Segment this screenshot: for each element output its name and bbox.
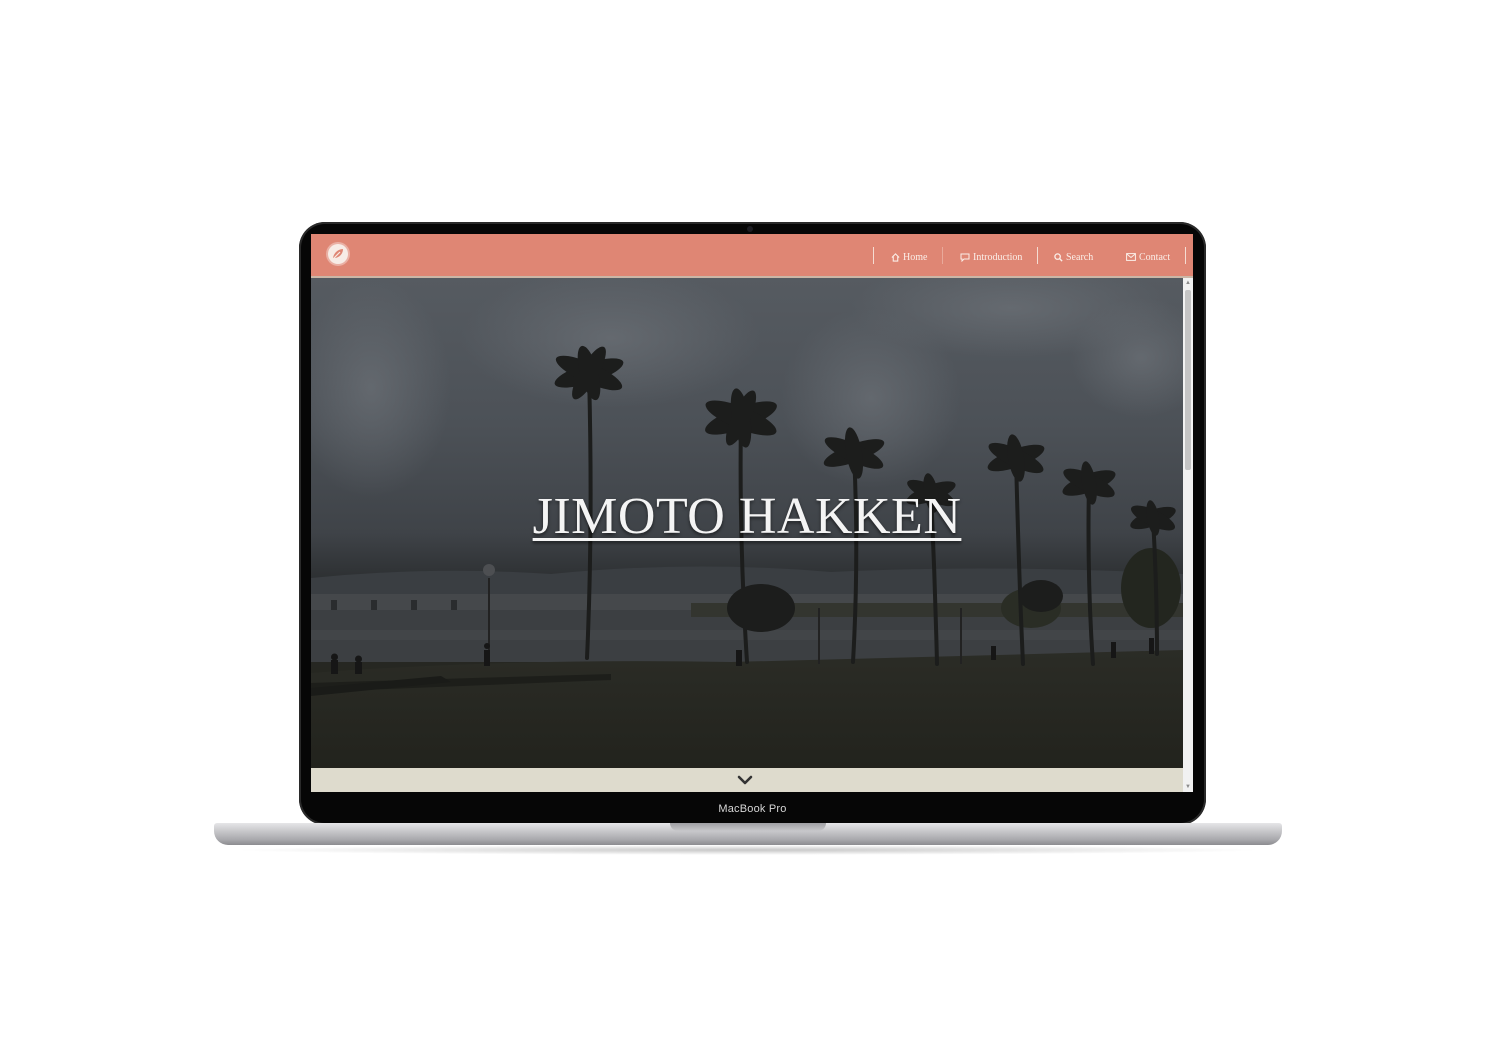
- nav-contact-label: Contact: [1139, 251, 1171, 263]
- nav-divider: [942, 247, 943, 264]
- browser-screen: Home Introduction Search Contact JIMOTO …: [311, 234, 1193, 792]
- nav-search[interactable]: Search: [1054, 249, 1093, 265]
- scroll-strip: [311, 768, 1183, 792]
- nav-home[interactable]: Home: [891, 249, 927, 265]
- leaf-logo-icon[interactable]: [328, 244, 348, 264]
- chevron-down-icon[interactable]: [737, 773, 753, 791]
- nav-divider: [1037, 247, 1038, 264]
- hero-title: JIMOTO HAKKEN: [532, 488, 962, 545]
- laptop-shadow: [230, 845, 1266, 855]
- site-navbar: Home Introduction Search Contact: [311, 234, 1193, 278]
- nav-introduction[interactable]: Introduction: [960, 249, 1022, 265]
- scroll-down-arrow-icon[interactable]: ▼: [1185, 784, 1191, 790]
- nav-divider: [873, 247, 874, 264]
- scroll-thumb[interactable]: [1185, 290, 1191, 470]
- envelope-icon: [1126, 253, 1136, 261]
- home-icon: [891, 252, 900, 262]
- search-icon: [1054, 252, 1063, 262]
- device-label: MacBook Pro: [718, 803, 787, 815]
- laptop-lid: Home Introduction Search Contact JIMOTO …: [299, 222, 1206, 825]
- nav-introduction-label: Introduction: [973, 251, 1023, 263]
- base-notch: [670, 823, 826, 831]
- laptop-base: [214, 823, 1282, 845]
- nav-search-label: Search: [1066, 251, 1094, 263]
- chat-icon: [960, 253, 970, 262]
- hero-banner: JIMOTO HAKKEN: [311, 278, 1183, 768]
- nav-contact[interactable]: Contact: [1126, 249, 1170, 265]
- camera-dot: [747, 226, 753, 232]
- nav-divider: [1185, 247, 1186, 264]
- vertical-scrollbar[interactable]: ▲ ▼: [1183, 278, 1193, 792]
- scroll-up-arrow-icon[interactable]: ▲: [1185, 280, 1191, 286]
- nav-home-label: Home: [903, 251, 928, 263]
